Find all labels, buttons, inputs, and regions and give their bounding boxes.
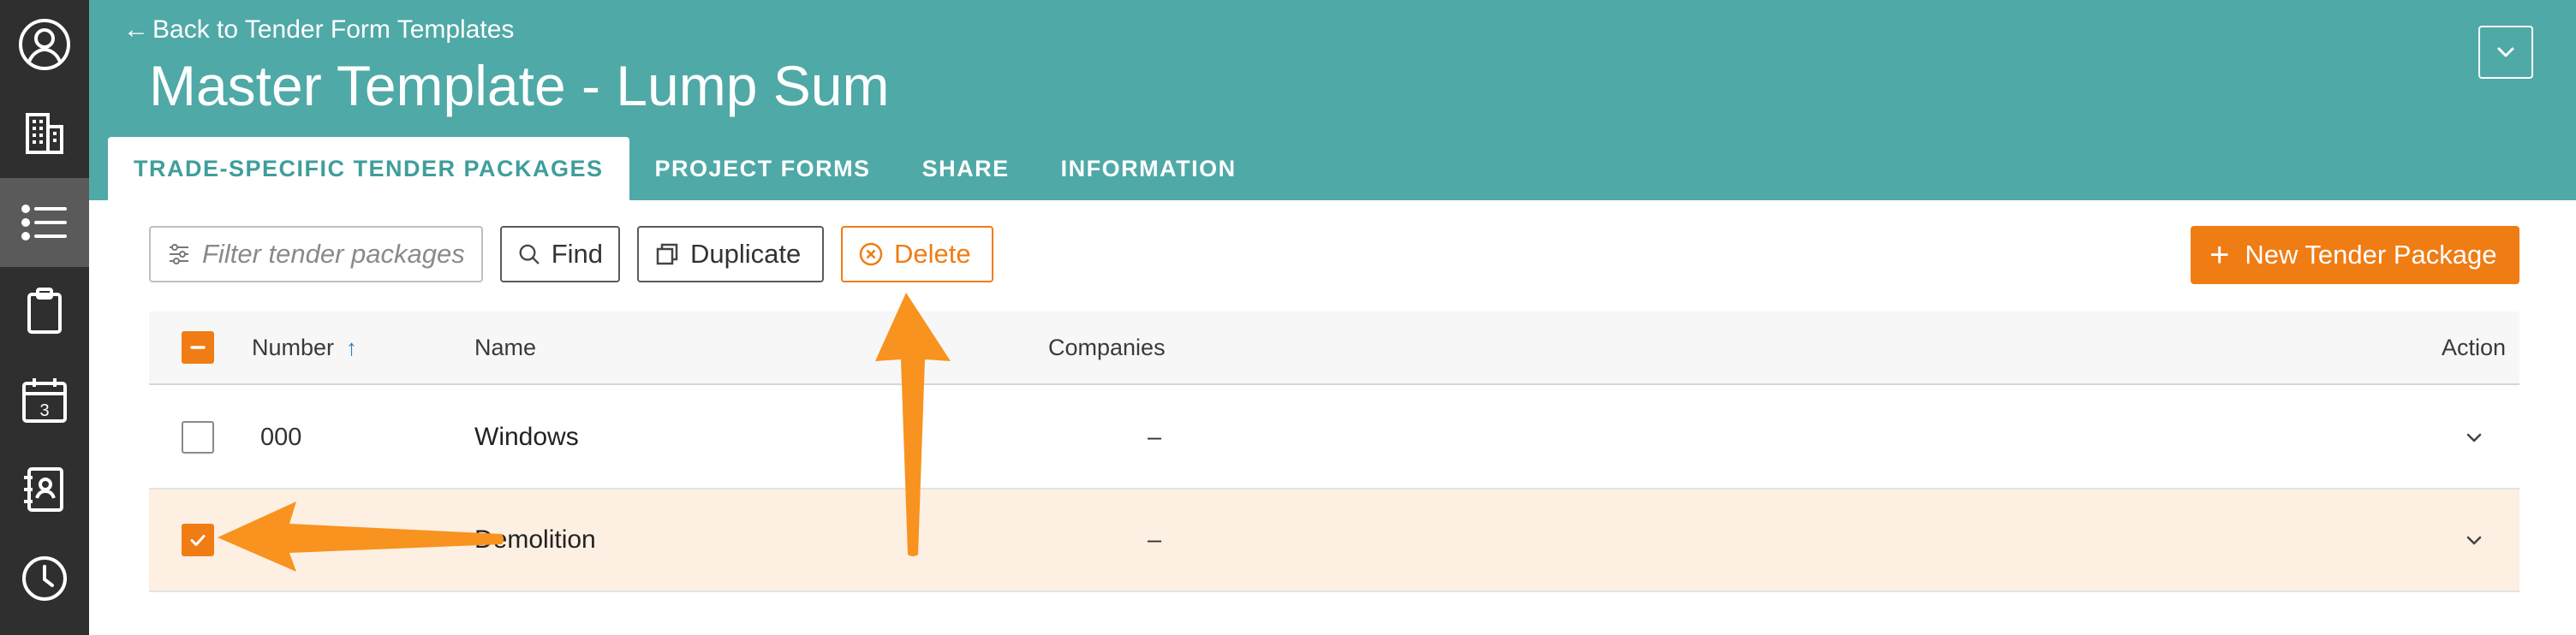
filter-field[interactable] [149, 226, 483, 282]
row-checkbox[interactable] [182, 524, 214, 556]
filter-input[interactable] [202, 239, 476, 270]
table-header: Number ↑ Name Companies Action [149, 312, 2519, 385]
column-header-action: Action [2441, 334, 2506, 360]
svg-text:3: 3 [39, 401, 49, 420]
filter-sliders-icon [170, 244, 188, 264]
row-action-chevron-icon[interactable] [2461, 527, 2487, 553]
column-header-name: Name [474, 334, 537, 360]
user-profile-icon [19, 19, 70, 70]
clipboard-icon [27, 288, 62, 334]
find-button[interactable]: Find [500, 226, 620, 282]
column-header-number[interactable]: Number ↑ [252, 312, 357, 383]
page-header: ← Back to Tender Form Templates Master T… [89, 0, 2576, 200]
sort-ascending-icon: ↑ [346, 334, 358, 360]
chevron-down-icon [2497, 47, 2514, 57]
delete-button[interactable]: Delete [841, 226, 993, 282]
back-arrow-icon: ← [123, 15, 149, 44]
column-number-label: Number [252, 334, 335, 360]
tab-share[interactable]: SHARE [897, 137, 1035, 200]
tab-project-forms[interactable]: PROJECT FORMS [629, 137, 897, 200]
circle-x-icon [859, 242, 883, 266]
row-name: Windows [474, 423, 579, 451]
row-action-chevron-icon[interactable] [2461, 424, 2487, 450]
column-header-companies: Companies [1048, 334, 1166, 360]
new-tender-package-button[interactable]: + New Tender Package [2191, 226, 2519, 284]
select-all-checkbox[interactable] [182, 331, 214, 364]
search-icon [519, 244, 540, 264]
row-number: 000 [260, 423, 302, 451]
sidebar-item-calendar[interactable]: 3 [0, 356, 89, 445]
back-link-label: Back to Tender Form Templates [152, 15, 515, 44]
tab-bar: TRADE-SPECIFIC TENDER PACKAGES PROJECT F… [108, 137, 1262, 200]
sidebar-item-contacts[interactable] [0, 445, 89, 534]
duplicate-button-label: Duplicate [690, 239, 802, 269]
sidebar-item-projects[interactable] [0, 89, 89, 178]
page-title: Master Template - Lump Sum [149, 54, 890, 117]
table-row[interactable]: 000 Windows – [149, 387, 2519, 490]
row-name: Demolition [474, 525, 596, 554]
header-dropdown-button[interactable] [2478, 26, 2533, 79]
sidebar: 3 [0, 0, 89, 635]
tab-trade-specific-tender-packages[interactable]: TRADE-SPECIFIC TENDER PACKAGES [108, 137, 629, 200]
back-link[interactable]: ← Back to Tender Form Templates [123, 15, 514, 45]
minus-icon [190, 346, 206, 349]
row-companies: – [1148, 423, 1162, 451]
plus-icon: + [2209, 236, 2230, 274]
tab-information[interactable]: INFORMATION [1035, 137, 1262, 200]
row-checkbox[interactable] [182, 421, 214, 454]
table-row[interactable]: Demolition – [149, 490, 2519, 592]
copy-icon [656, 243, 678, 265]
new-tender-package-label: New Tender Package [2245, 240, 2497, 270]
address-book-icon [24, 467, 63, 512]
sidebar-item-list[interactable] [0, 178, 89, 267]
list-icon [21, 205, 67, 240]
sidebar-item-clipboard[interactable] [0, 267, 89, 356]
sidebar-item-history[interactable] [0, 534, 89, 623]
building-icon [26, 113, 63, 154]
calendar-icon: 3 [22, 378, 67, 423]
duplicate-button[interactable]: Duplicate [637, 226, 824, 282]
clock-icon [22, 556, 67, 601]
checkmark-icon [190, 535, 206, 546]
find-button-label: Find [551, 239, 603, 269]
sidebar-item-profile[interactable] [0, 0, 89, 89]
row-companies: – [1148, 525, 1162, 554]
delete-button-label: Delete [894, 239, 971, 269]
